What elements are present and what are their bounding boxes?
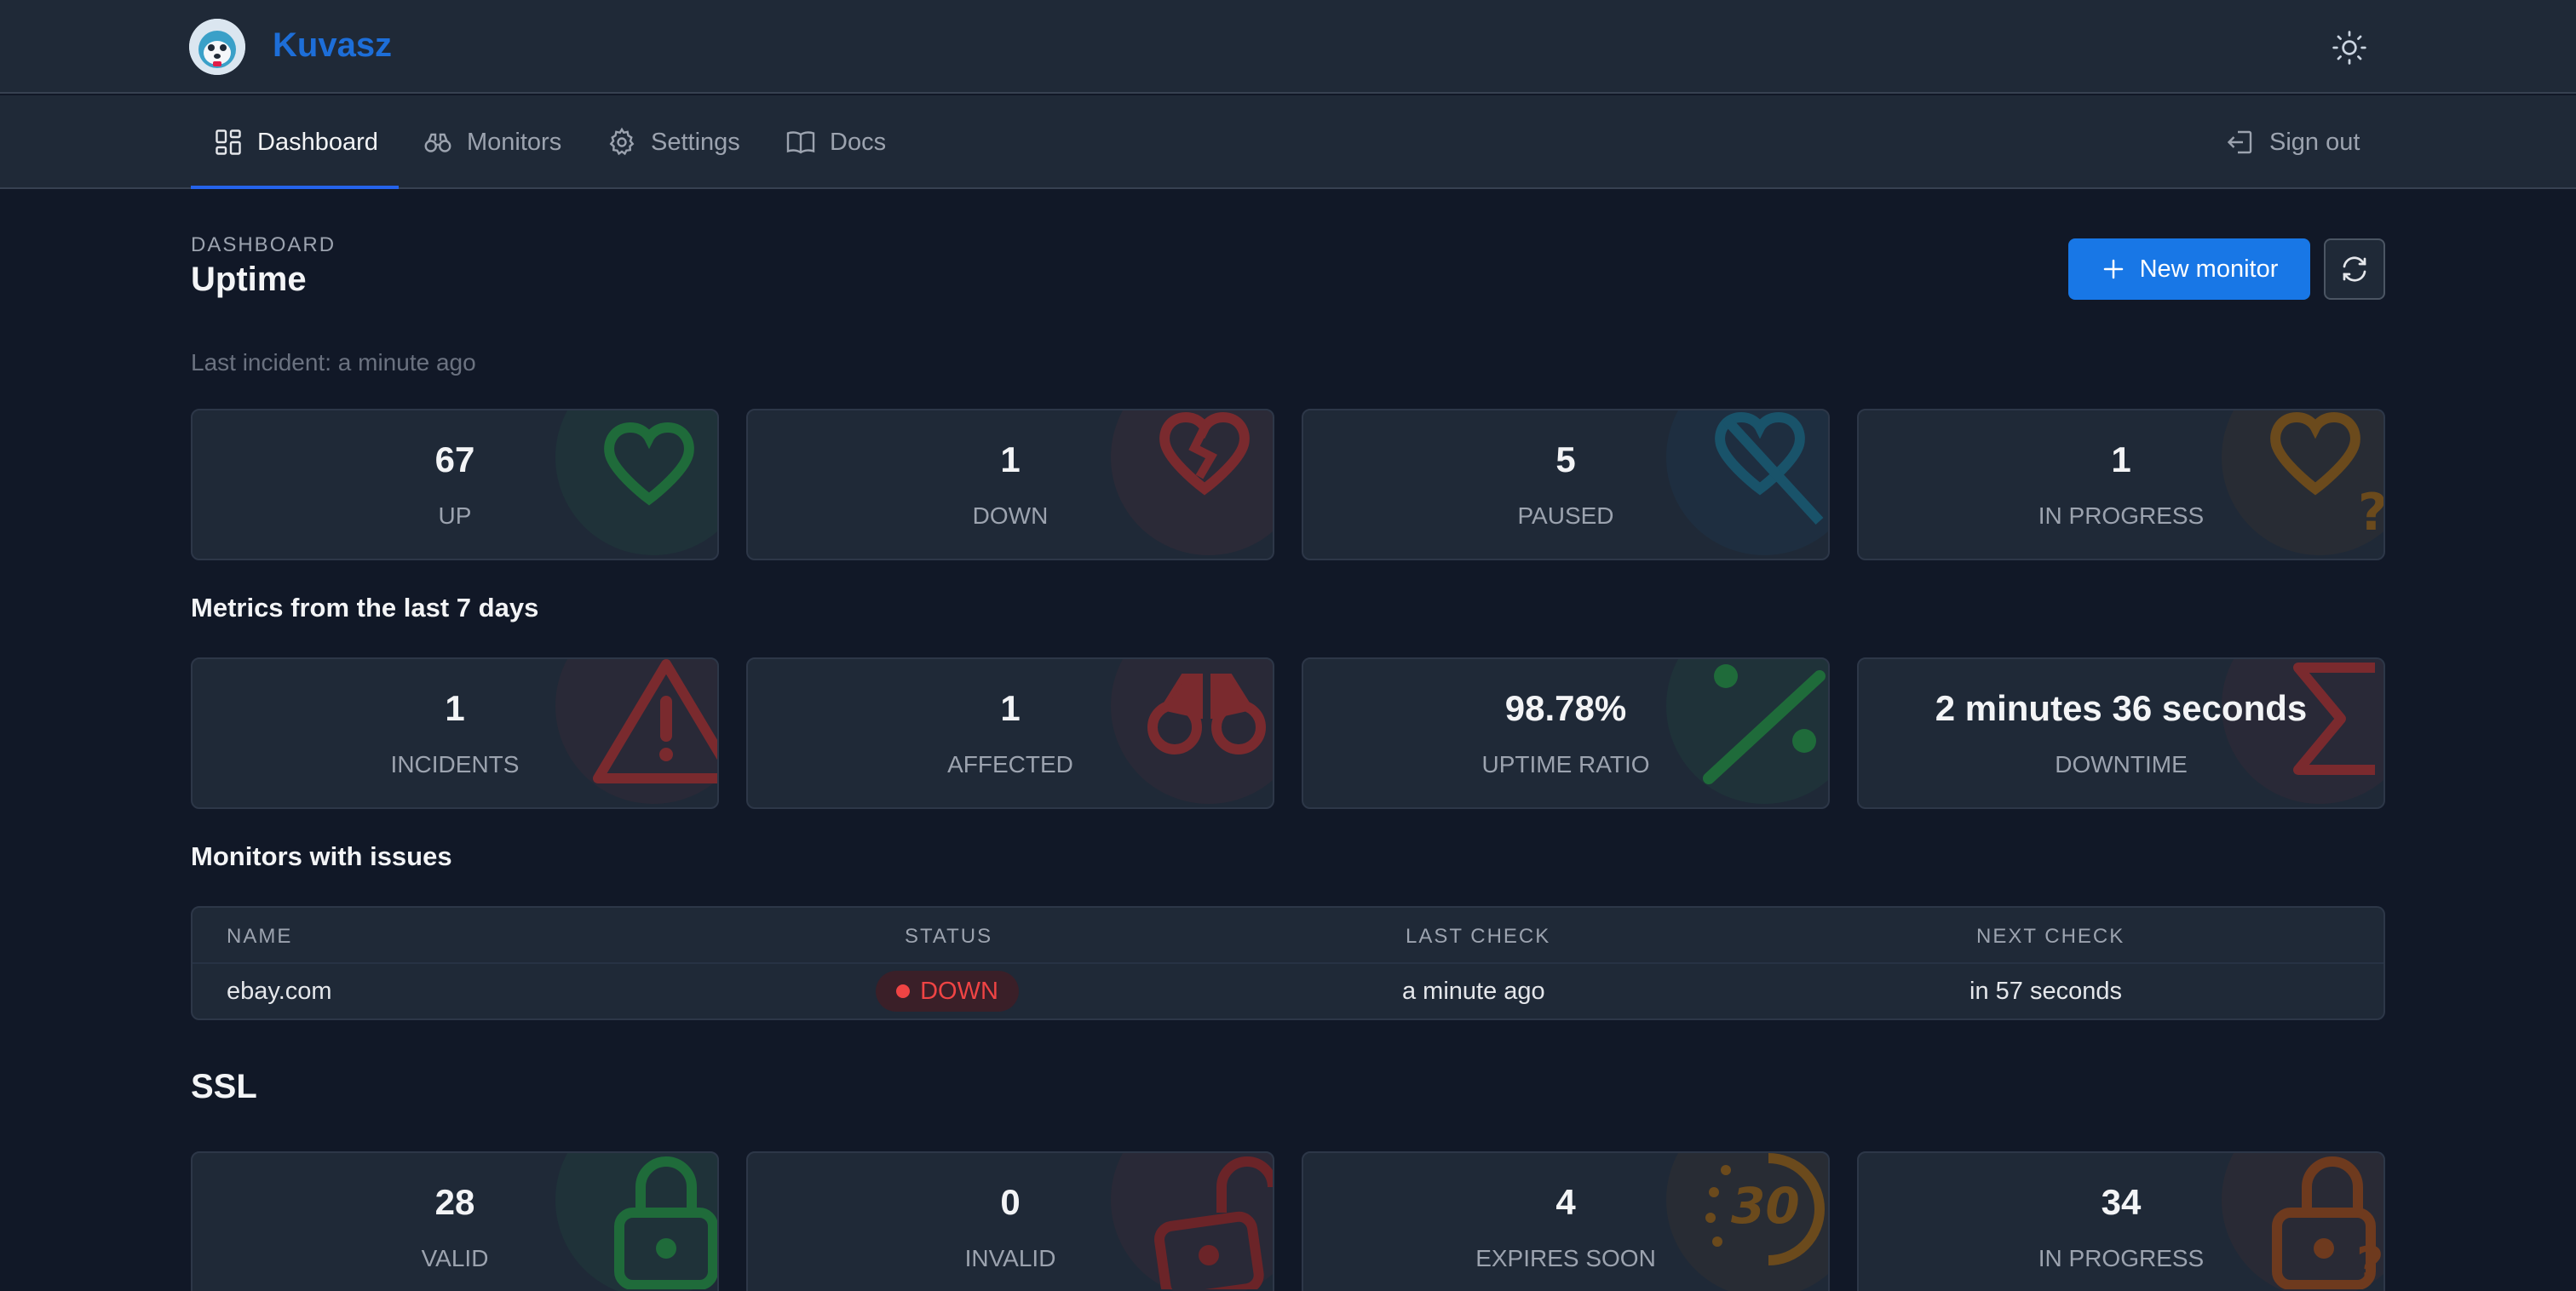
refresh-icon <box>2343 256 2366 282</box>
ssl-invalid-value: 0 <box>1000 1182 1021 1222</box>
status-in-progress-value: 1 <box>2111 439 2131 479</box>
ssl-valid-label: VALID <box>421 1245 489 1271</box>
column-header-last-check[interactable]: LAST CHECK <box>1406 925 1550 949</box>
active-tab-indicator <box>191 186 399 189</box>
metric-downtime-label: DOWNTIME <box>2055 751 2188 777</box>
sign-out-label: Sign out <box>2269 128 2360 156</box>
monitor-name-link[interactable]: ebay.com <box>227 978 332 1006</box>
sign-out-icon <box>2227 130 2252 154</box>
tab-settings-label: Settings <box>651 128 740 156</box>
tab-docs[interactable]: Docs <box>785 95 886 189</box>
metrics-title: Metrics from the last 7 days <box>191 593 539 623</box>
status-paused-value: 5 <box>1555 439 1576 479</box>
book-icon <box>786 131 815 154</box>
status-in-progress-label: IN PROGRESS <box>2038 502 2205 529</box>
tab-dashboard[interactable]: Dashboard <box>213 95 378 189</box>
binoculars-icon <box>424 133 451 152</box>
ssl-card-expires-soon[interactable]: 30 4 EXPIRES SOON <box>1302 1151 1830 1291</box>
status-card-paused[interactable]: 5 PAUSED <box>1302 409 1830 560</box>
status-card-in-progress[interactable]: ? 1 IN PROGRESS <box>1857 409 2385 560</box>
status-paused-label: PAUSED <box>1517 502 1614 529</box>
status-dot-icon <box>896 984 911 998</box>
page-title: Uptime <box>191 261 307 298</box>
page-eyebrow: DASHBOARD <box>191 233 336 256</box>
refresh-button[interactable] <box>2324 238 2385 300</box>
ssl-card-valid[interactable]: 28 VALID <box>191 1151 719 1291</box>
tab-settings[interactable]: Settings <box>607 95 740 189</box>
ssl-expires-soon-label: EXPIRES SOON <box>1475 1245 1656 1271</box>
metric-card-affected[interactable]: 1 AFFECTED <box>746 657 1274 809</box>
ssl-in-progress-value: 34 <box>2101 1182 2142 1222</box>
status-card-down[interactable]: 1 DOWN <box>746 409 1274 560</box>
status-up-value: 67 <box>434 439 475 479</box>
tab-dashboard-label: Dashboard <box>257 128 378 156</box>
app-name[interactable]: Kuvasz <box>273 24 392 66</box>
ssl-valid-value: 28 <box>434 1182 475 1222</box>
last-check-value: a minute ago <box>1402 978 1545 1005</box>
metric-card-downtime[interactable]: 2 minutes 36 seconds DOWNTIME <box>1857 657 2385 809</box>
metric-downtime-value: 2 minutes 36 seconds <box>1935 688 2308 728</box>
next-check-value: in 57 seconds <box>1969 978 2122 1005</box>
table-header-divider <box>193 962 2383 964</box>
column-header-next-check[interactable]: NEXT CHECK <box>1976 925 2125 949</box>
metric-uptime-ratio-label: UPTIME RATIO <box>1481 751 1650 777</box>
metric-incidents-value: 1 <box>445 688 465 728</box>
sign-out-button[interactable]: Sign out <box>2225 95 2360 189</box>
plus-icon <box>2103 259 2123 279</box>
issues-title: Monitors with issues <box>191 841 452 871</box>
ssl-expires-soon-value: 4 <box>1555 1182 1576 1222</box>
last-incident-text: Last incident: a minute ago <box>191 349 476 376</box>
status-down-label: DOWN <box>972 502 1049 529</box>
status-badge-label: DOWN <box>920 977 998 1005</box>
metric-incidents-label: INCIDENTS <box>390 751 520 777</box>
column-header-name[interactable]: NAME <box>227 925 292 949</box>
theme-toggle-sun-icon[interactable] <box>2331 29 2368 66</box>
ssl-card-in-progress[interactable]: ? 34 IN PROGRESS <box>1857 1151 2385 1291</box>
ssl-card-invalid[interactable]: 0 INVALID <box>746 1151 1274 1291</box>
metric-card-uptime-ratio[interactable]: 98.78% UPTIME RATIO <box>1302 657 1830 809</box>
metric-card-incidents[interactable]: 1 INCIDENTS <box>191 657 719 809</box>
app-logo[interactable] <box>189 19 245 75</box>
tab-monitors-label: Monitors <box>467 128 562 156</box>
status-up-label: UP <box>438 502 472 529</box>
new-monitor-button[interactable]: New monitor <box>2068 238 2310 300</box>
dashboard-icon <box>216 129 241 155</box>
ssl-invalid-label: INVALID <box>964 1245 1056 1271</box>
metric-affected-value: 1 <box>1000 688 1021 728</box>
ssl-in-progress-label: IN PROGRESS <box>2038 1245 2205 1271</box>
metric-uptime-ratio-value: 98.78% <box>1504 688 1627 728</box>
issues-table: NAME STATUS LAST CHECK NEXT CHECK ebay.c… <box>191 906 2385 1020</box>
gear-icon <box>609 127 635 156</box>
nav-bar: Dashboard Monitors Settings Docs Sign ou… <box>0 95 2576 189</box>
tab-monitors[interactable]: Monitors <box>423 95 561 189</box>
ssl-title: SSL <box>191 1068 257 1105</box>
metric-affected-label: AFFECTED <box>947 751 1073 777</box>
tab-docs-label: Docs <box>830 128 887 156</box>
status-down-value: 1 <box>1000 439 1021 479</box>
new-monitor-label: New monitor <box>2139 255 2279 283</box>
column-header-status[interactable]: STATUS <box>905 925 992 949</box>
status-card-up[interactable]: 67 UP <box>191 409 719 560</box>
top-bar: Kuvasz <box>0 0 2576 94</box>
status-badge: DOWN <box>876 971 1019 1012</box>
